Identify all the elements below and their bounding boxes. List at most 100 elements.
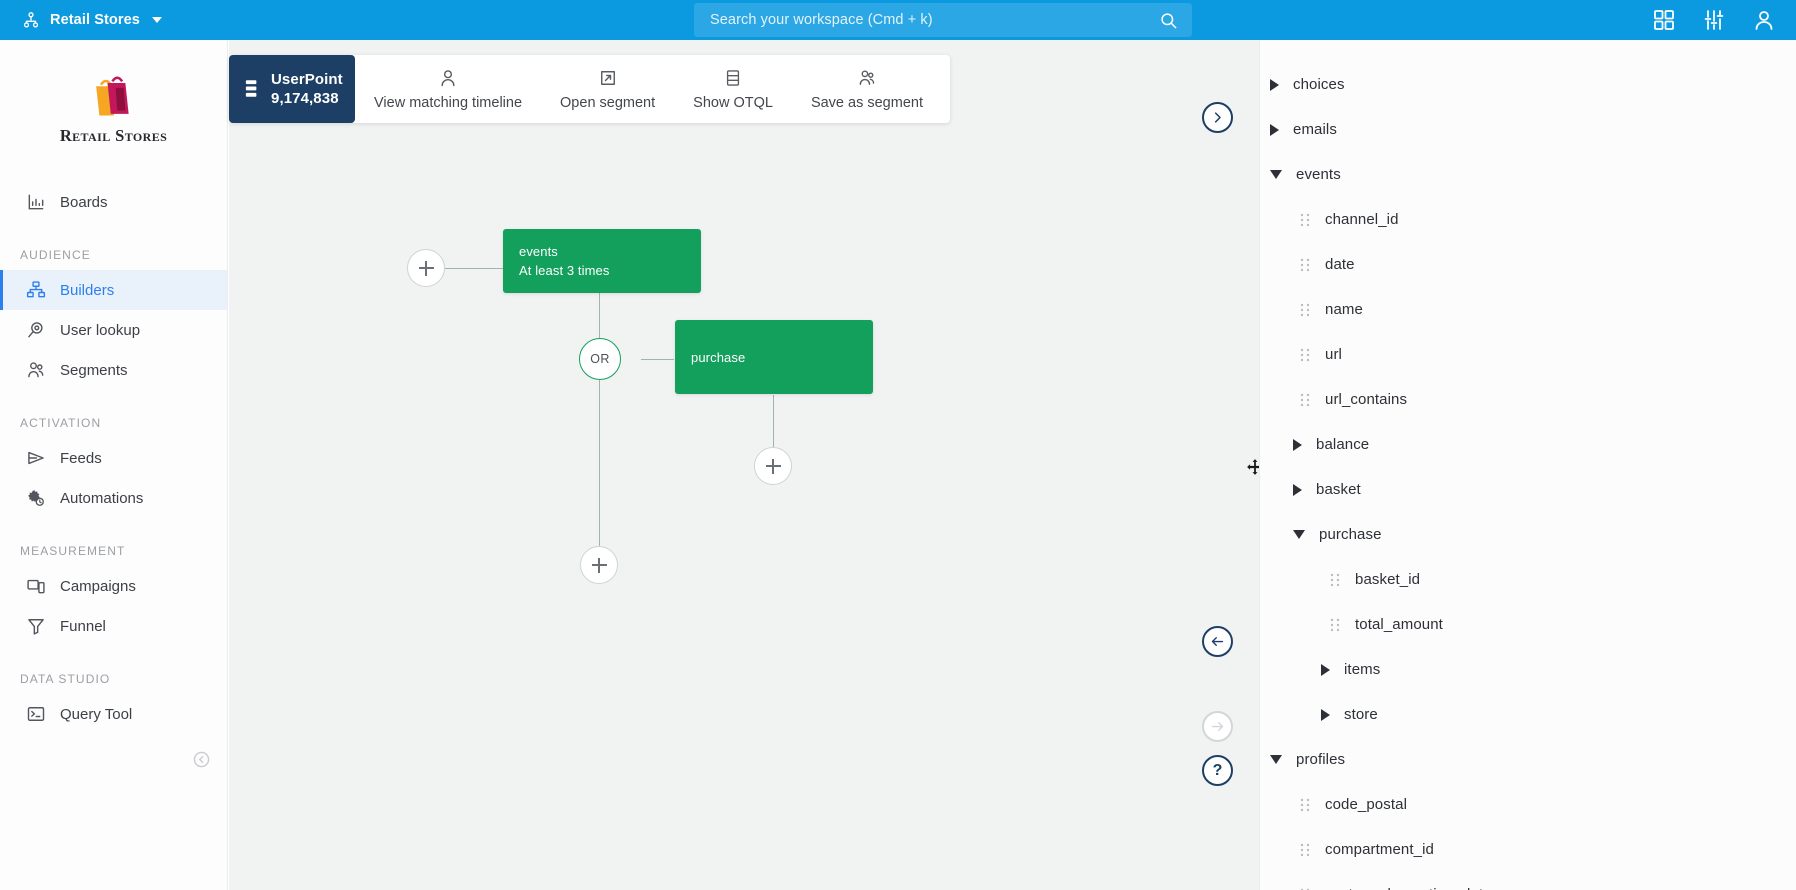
chevron-right-icon[interactable] <box>1321 663 1330 676</box>
tree-node-label: events <box>1296 166 1341 183</box>
tree-leaf-date[interactable]: date <box>1260 242 1796 287</box>
drag-handle-icon[interactable] <box>1300 258 1310 272</box>
tree-node-label: profiles <box>1296 751 1346 768</box>
tree-leaf-label: cust_card_creation_date <box>1325 886 1492 890</box>
tree-leaf-cust-card-creation-date[interactable]: cust_card_creation_date <box>1260 872 1796 890</box>
tree-leaf-total-amount[interactable]: total_amount <box>1260 602 1796 647</box>
sidebar-item-label: Automations <box>60 489 144 507</box>
graph-operator-or[interactable]: OR <box>579 338 621 380</box>
help-button[interactable]: ? <box>1202 755 1233 786</box>
sidebar-item-feeds[interactable]: Feeds <box>0 438 227 478</box>
sidebar-item-label: Boards <box>60 193 108 211</box>
shopping-bag-logo-icon <box>95 76 129 116</box>
redo-button <box>1202 711 1233 742</box>
tree-node-balance[interactable]: balance <box>1260 422 1796 467</box>
tree-node-items[interactable]: items <box>1260 647 1796 692</box>
sidebar-item-builders[interactable]: Builders <box>0 270 227 310</box>
sidebar-item-boards[interactable]: Boards <box>0 182 227 222</box>
sidebar-item-label: Query Tool <box>60 705 133 723</box>
app-root: Retail Stores Search your workspace (Cmd… <box>0 0 1796 890</box>
chevron-down-icon <box>151 17 162 23</box>
graph-node-purchase[interactable]: purchase <box>675 320 873 394</box>
sidebar-item-automations[interactable]: Automations <box>0 478 227 518</box>
drag-handle-icon[interactable] <box>1300 843 1310 857</box>
sidebar-section-activation: ACTIVATION <box>20 416 102 430</box>
sidebar-item-funnel[interactable]: Funnel <box>0 606 227 646</box>
sidebar-item-campaigns[interactable]: Campaigns <box>0 566 227 606</box>
graph-node-events[interactable]: events At least 3 times <box>503 229 701 293</box>
add-node-bottom-button[interactable] <box>580 546 618 584</box>
chevron-down-icon[interactable] <box>1270 170 1282 179</box>
sidebar: Retail Stores Boards AUDIENCE Builders U… <box>0 40 228 890</box>
tree-node-choices[interactable]: choices <box>1260 62 1796 107</box>
tree-leaf-channel-id[interactable]: channel_id <box>1260 197 1796 242</box>
tree-leaf-url-contains[interactable]: url_contains <box>1260 377 1796 422</box>
tree-leaf-code-postal[interactable]: code_postal <box>1260 782 1796 827</box>
tree-node-label: purchase <box>1319 526 1382 543</box>
top-bar-actions <box>1652 0 1776 40</box>
drag-handle-icon[interactable] <box>1300 348 1310 362</box>
sidebar-section-audience: AUDIENCE <box>20 248 91 262</box>
settings-sliders-icon[interactable] <box>1702 8 1726 32</box>
sidebar-section-measurement: MEASUREMENT <box>20 544 126 558</box>
sidebar-item-label: Builders <box>60 281 115 299</box>
tree-node-profiles[interactable]: profiles <box>1260 737 1796 782</box>
sidebar-item-user-lookup[interactable]: User lookup <box>0 310 227 350</box>
tree-node-basket[interactable]: basket <box>1260 467 1796 512</box>
edge-purchase-to-plus <box>773 395 774 447</box>
expand-panel-button[interactable] <box>1202 102 1233 133</box>
tree-leaf-compartment-id[interactable]: compartment_id <box>1260 827 1796 872</box>
tree-node-label: basket <box>1316 481 1361 498</box>
sidebar-item-segments[interactable]: Segments <box>0 350 227 390</box>
tree-leaf-label: basket_id <box>1355 571 1421 588</box>
chevron-right-icon <box>1214 112 1221 123</box>
tree-node-emails[interactable]: emails <box>1260 107 1796 152</box>
chevron-right-icon[interactable] <box>1293 483 1302 496</box>
magnifier-user-icon <box>28 322 43 338</box>
drag-handle-icon[interactable] <box>1300 213 1310 227</box>
user-profile-icon[interactable] <box>1752 8 1776 32</box>
drag-handle-icon[interactable] <box>1300 798 1310 812</box>
edge-or-to-purchase <box>641 359 674 360</box>
drag-handle-icon[interactable] <box>1330 618 1340 632</box>
tree-leaf-label: name <box>1325 301 1363 318</box>
sidebar-collapse-button[interactable] <box>193 751 210 768</box>
chevron-right-icon[interactable] <box>1293 438 1302 451</box>
apps-grid-icon[interactable] <box>1652 8 1676 32</box>
sidebar-item-query-tool[interactable]: Query Tool <box>0 694 227 734</box>
drag-handle-icon[interactable] <box>1300 393 1310 407</box>
drag-handle-icon[interactable] <box>1330 573 1340 587</box>
chevron-down-icon[interactable] <box>1270 755 1282 764</box>
schema-tree-panel[interactable]: choices emails events channel_id date na… <box>1259 40 1796 890</box>
chevron-right-icon[interactable] <box>1270 123 1279 136</box>
add-node-purchase-button[interactable] <box>754 447 792 485</box>
org-switcher[interactable]: Retail Stores <box>0 11 300 29</box>
sidebar-item-label: Funnel <box>60 617 106 635</box>
drag-handle-icon[interactable] <box>1300 303 1310 317</box>
tree-leaf-label: code_postal <box>1325 796 1407 813</box>
tree-node-store[interactable]: store <box>1260 692 1796 737</box>
search-input[interactable] <box>694 12 1159 28</box>
workspace-search[interactable] <box>694 3 1192 37</box>
tree-leaf-name[interactable]: name <box>1260 287 1796 332</box>
tree-node-label: items <box>1344 661 1381 678</box>
undo-button[interactable] <box>1202 626 1233 657</box>
search-icon[interactable] <box>1159 11 1178 30</box>
chart-bars-icon <box>28 194 44 210</box>
tree-leaf-basket-id[interactable]: basket_id <box>1260 557 1796 602</box>
graph-node-title: purchase <box>691 350 746 365</box>
chevron-right-icon[interactable] <box>1270 78 1279 91</box>
builder-canvas[interactable]: UserPoint 9,174,838 View matching timeli… <box>229 40 1259 890</box>
sidebar-item-label: User lookup <box>60 321 141 339</box>
arrow-left-icon <box>1211 637 1224 646</box>
tree-leaf-label: channel_id <box>1325 211 1399 228</box>
tree-leaf-url[interactable]: url <box>1260 332 1796 377</box>
chevron-right-icon[interactable] <box>1321 708 1330 721</box>
tree-node-purchase[interactable]: purchase <box>1260 512 1796 557</box>
chevron-down-icon[interactable] <box>1293 530 1305 539</box>
workspace-logo: Retail Stores <box>0 40 227 146</box>
tree-node-events[interactable]: events <box>1260 152 1796 197</box>
add-node-left-button[interactable] <box>407 249 445 287</box>
sidebar-item-label: Campaigns <box>60 577 136 595</box>
tree-leaf-label: compartment_id <box>1325 841 1434 858</box>
